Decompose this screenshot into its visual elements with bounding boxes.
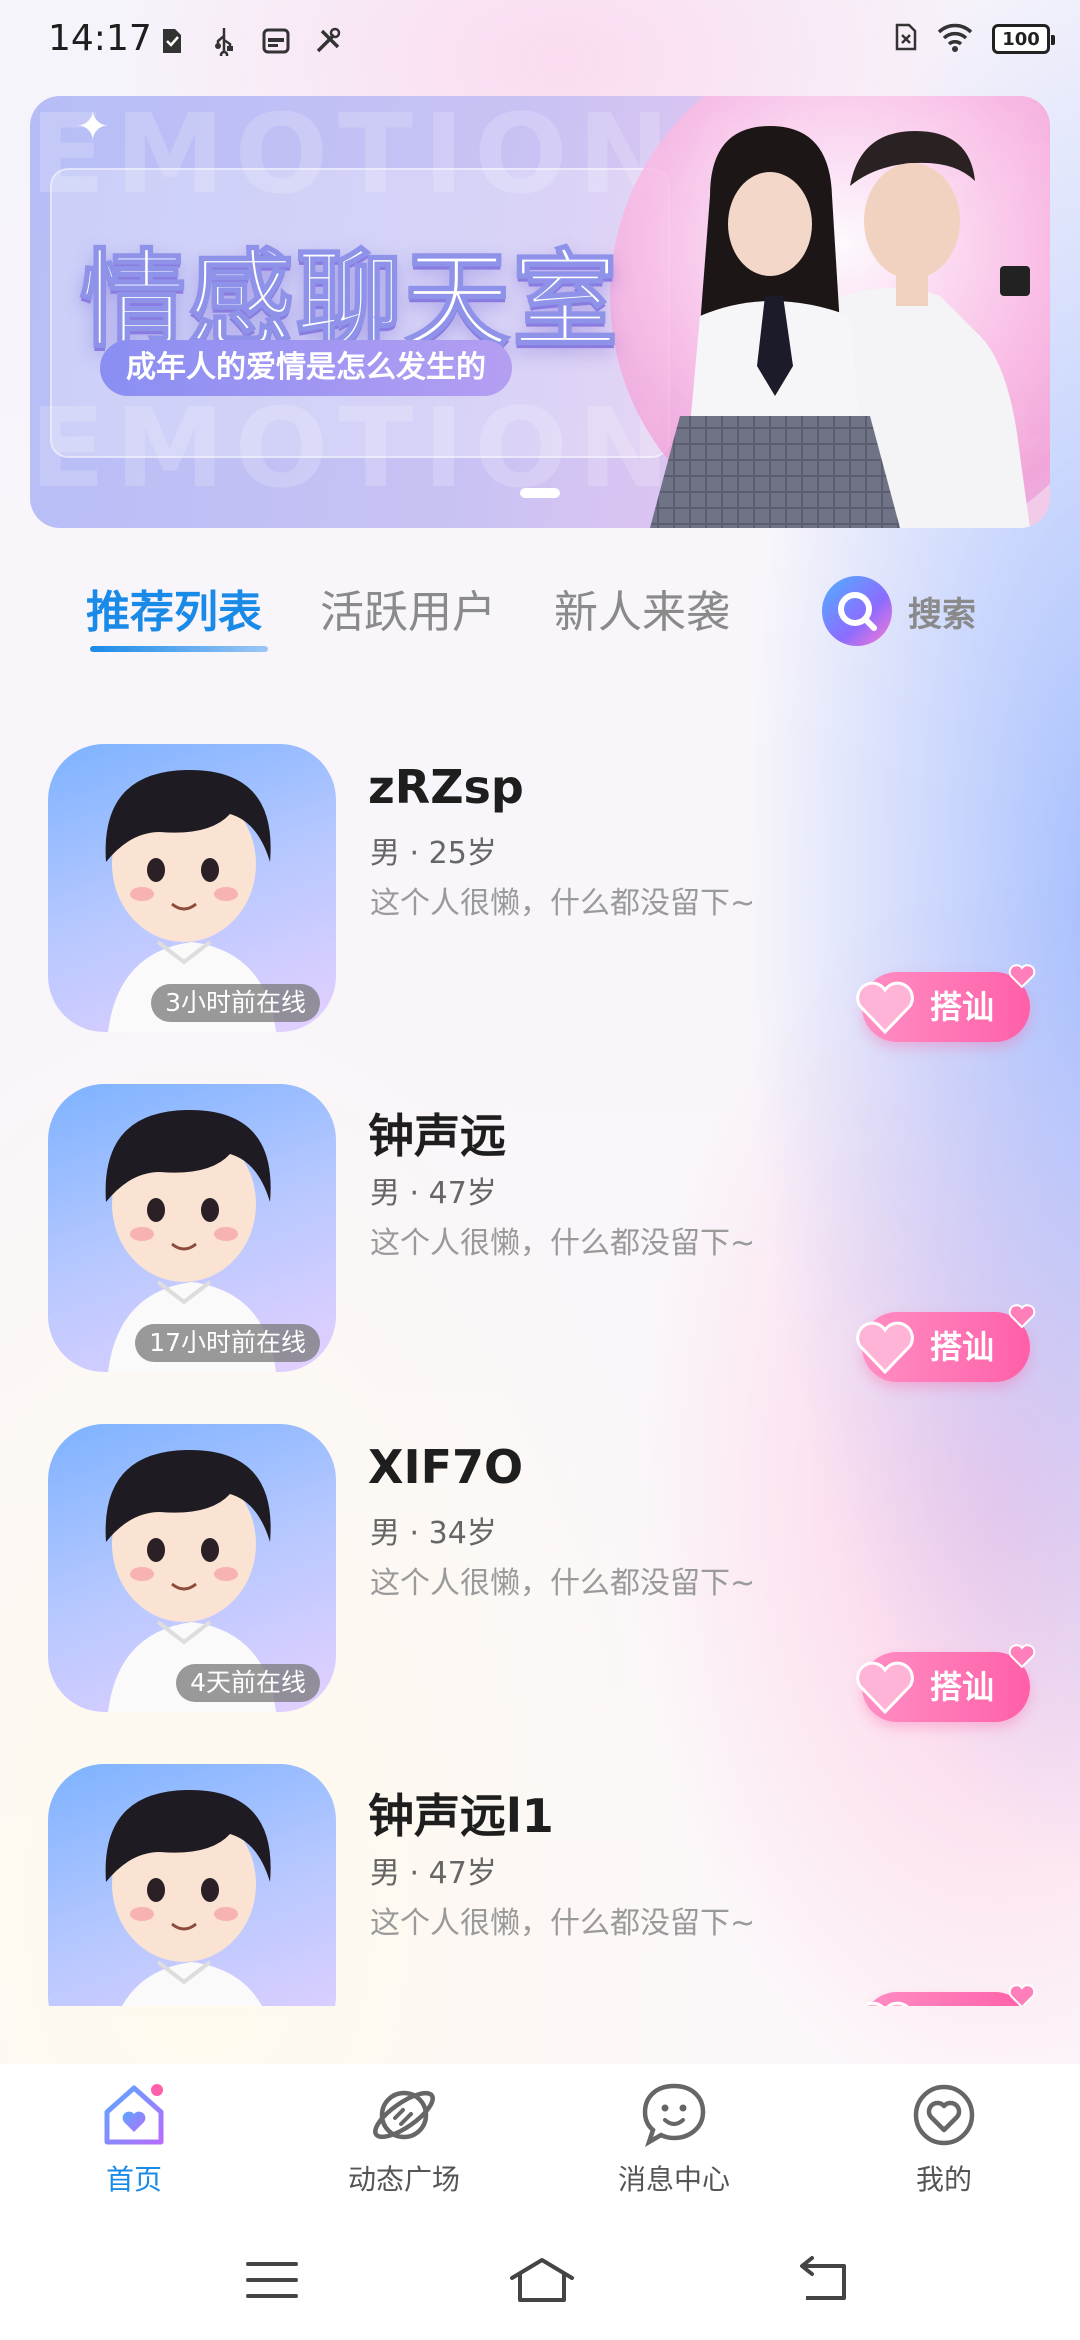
heart-icon (861, 2001, 909, 2006)
user-name[interactable]: zRZsp (368, 760, 524, 814)
battery-icon: 100 (992, 24, 1055, 54)
chat-bubble-icon (639, 2080, 709, 2150)
sparkle-icon: ✦ (76, 104, 110, 150)
nav-label: 首页 (105, 2163, 162, 2196)
couple-photo (650, 126, 1030, 528)
cartoon-boy-avatar (105, 1789, 271, 2006)
user-meta: 男 · 47岁 (370, 1176, 497, 1211)
menu-icon[interactable] (240, 2252, 304, 2308)
status-icons-left (158, 26, 342, 56)
profile-heart-icon (909, 2080, 979, 2150)
nav-label: 动态广场 (347, 2163, 460, 2196)
user-meta: 男 · 25岁 (370, 836, 497, 871)
user-bio: 这个人很懒，什么都没留下~ (370, 1226, 756, 1261)
greet-label: 搭讪 (930, 1992, 994, 2006)
status-icons-right: 100 (894, 22, 1055, 56)
home-heart-icon (99, 2080, 169, 2150)
user-row[interactable]: 钟声远l1 男 · 47岁 这个人很懒，什么都没留下~ 搭讪 (0, 1760, 1080, 2006)
heart-icon (856, 1321, 914, 1375)
avatar[interactable]: 4天前在线 (48, 1424, 336, 1712)
tab-recommended[interactable]: 推荐列表 (86, 576, 262, 640)
heart-icon (856, 981, 914, 1035)
nav-label: 我的 (915, 2163, 972, 2196)
system-nav (0, 2224, 1080, 2340)
small-heart-icon (1008, 964, 1036, 989)
search-icon (822, 576, 892, 646)
tab-active-users[interactable]: 活跃用户 (320, 576, 496, 640)
tab-new-users[interactable]: 新人来袭 (554, 576, 730, 640)
small-heart-icon (1008, 1644, 1036, 1669)
small-heart-icon (1008, 1984, 1036, 2006)
user-name[interactable]: XIF7O (368, 1440, 523, 1494)
user-row[interactable]: 4天前在线 XIF7O 男 · 34岁 这个人很懒，什么都没留下~ 搭讪 (0, 1420, 1080, 1722)
search-button[interactable]: 搜索 (822, 576, 976, 646)
search-label: 搜索 (908, 594, 976, 635)
avatar[interactable] (48, 1764, 336, 2006)
planet-icon (369, 2080, 439, 2150)
user-row[interactable]: 17小时前在线 钟声远 男 · 47岁 这个人很懒，什么都没留下~ 搭讪 (0, 1080, 1080, 1382)
tab-indicator (90, 646, 268, 652)
user-meta: 男 · 34岁 (370, 1516, 497, 1551)
nav-label: 消息中心 (617, 2163, 730, 2196)
bottom-nav: 首页 动态广场 消息中心 我的 (0, 2064, 1080, 2224)
carousel-indicator[interactable] (520, 488, 560, 498)
user-bio: 这个人很懒，什么都没留下~ (370, 1566, 756, 1601)
user-bio: 这个人很懒，什么都没留下~ (370, 1906, 756, 1941)
greet-button[interactable]: 搭讪 (856, 964, 1036, 1042)
user-meta: 男 · 47岁 (370, 1856, 497, 1891)
nav-messages[interactable]: 消息中心 (574, 2080, 774, 2198)
nav-mine[interactable]: 我的 (844, 2080, 1044, 2198)
greet-label: 搭讪 (930, 1328, 995, 1366)
tools-icon (314, 26, 342, 56)
promo-banner[interactable]: EMOTIONAL CHAT EMOTIONAL CHAT ✦ 情感聊天室 成年… (30, 96, 1050, 528)
avatar[interactable]: 17小时前在线 (48, 1084, 336, 1372)
status-bar: 14:17 100 (0, 0, 1080, 84)
heart-icon (856, 1661, 914, 1715)
user-name[interactable]: 钟声远l1 (368, 1780, 554, 1846)
tab-bar: 推荐列表 活跃用户 新人来袭 搜索 (0, 566, 1080, 676)
usb-icon (210, 26, 238, 56)
greet-button[interactable]: 搭讪 (856, 1644, 1036, 1722)
sim-card-icon (158, 26, 186, 56)
greet-label: 搭讪 (930, 1668, 995, 1706)
wifi-icon (936, 22, 974, 56)
user-bio: 这个人很懒，什么都没留下~ (370, 886, 756, 921)
home-icon[interactable] (506, 2252, 574, 2308)
greet-label: 搭讪 (930, 988, 995, 1026)
greet-button[interactable]: 搭讪 (856, 1304, 1036, 1382)
user-name[interactable]: 钟声远 (368, 1100, 506, 1166)
banner-subtitle: 成年人的爱情是怎么发生的 (100, 340, 512, 396)
small-heart-icon (1008, 1304, 1036, 1329)
no-sim-icon (894, 22, 918, 56)
storage-icon (262, 26, 290, 56)
online-status-badge: 17小时前在线 (135, 1324, 320, 1362)
nav-square[interactable]: 动态广场 (304, 2080, 504, 2198)
online-status-badge: 4天前在线 (176, 1664, 320, 1702)
status-time: 14:17 (48, 18, 152, 59)
online-status-badge: 3小时前在线 (151, 984, 320, 1022)
user-list[interactable]: 3小时前在线 zRZsp 男 · 25岁 这个人很懒，什么都没留下~ 搭讪 17… (0, 736, 1080, 2006)
back-icon[interactable] (790, 2252, 854, 2308)
avatar[interactable]: 3小时前在线 (48, 744, 336, 1032)
user-row[interactable]: 3小时前在线 zRZsp 男 · 25岁 这个人很懒，什么都没留下~ 搭讪 (0, 740, 1080, 1042)
greet-button[interactable]: 搭讪 (861, 1984, 1036, 2006)
nav-home[interactable]: 首页 (34, 2080, 234, 2198)
